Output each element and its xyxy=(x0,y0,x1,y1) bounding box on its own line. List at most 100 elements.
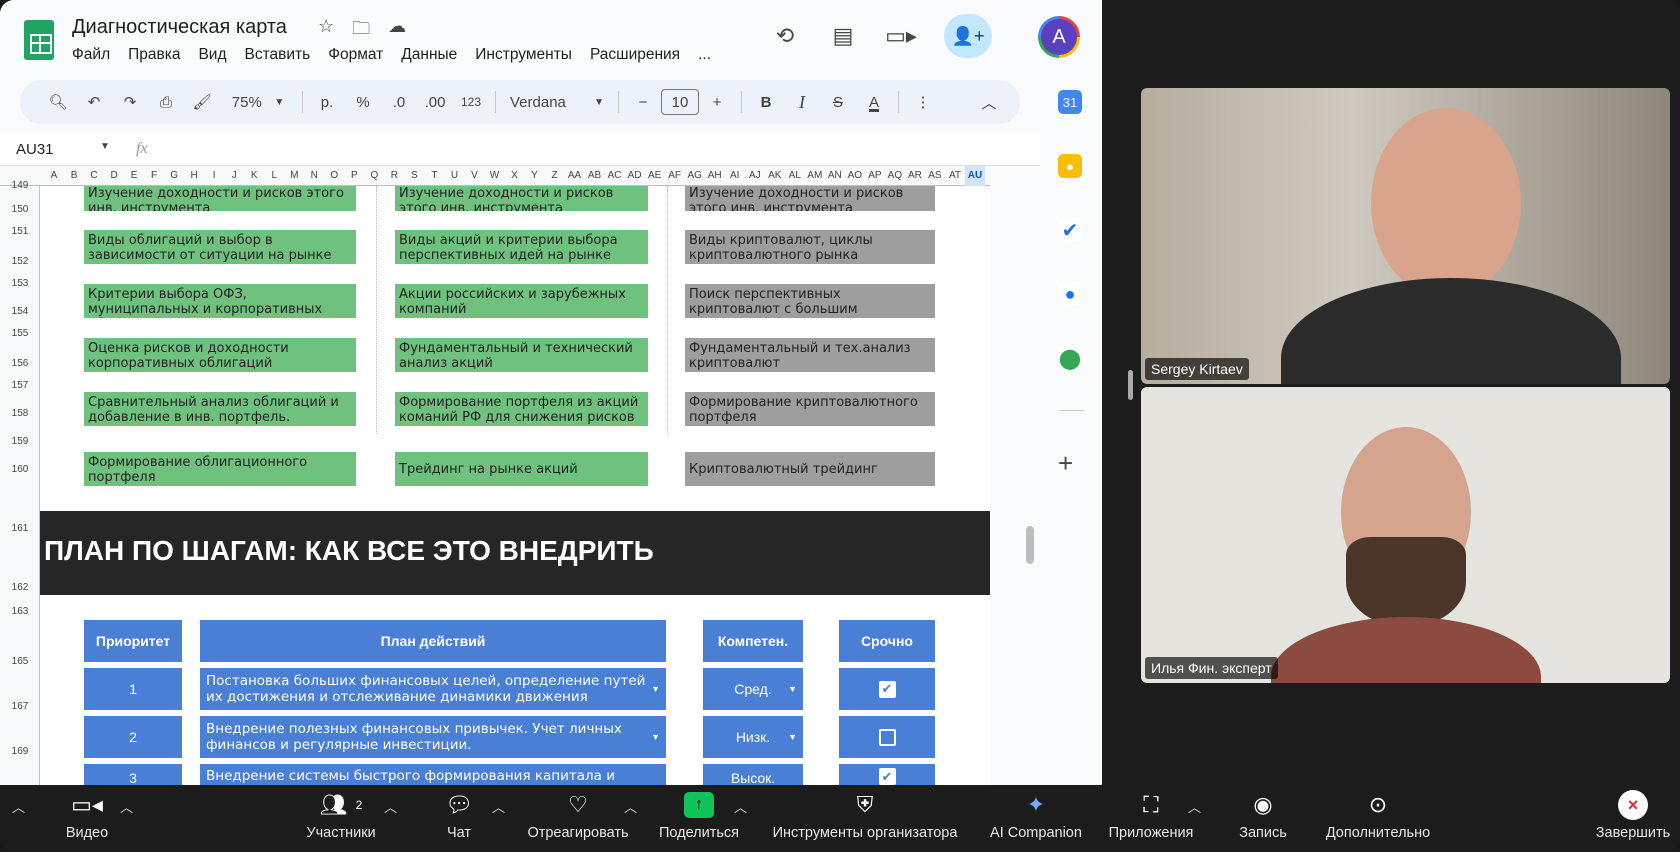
column-header[interactable]: AO xyxy=(845,170,865,181)
comments-icon[interactable]: ▤ xyxy=(828,21,858,51)
record-button[interactable]: ◉ Запись xyxy=(1238,785,1288,852)
history-icon[interactable]: ⟲ xyxy=(770,21,800,51)
bonds-cell[interactable]: Критерии выбора ОФЗ, муниципальных и кор… xyxy=(84,284,356,318)
column-header[interactable]: P xyxy=(344,170,364,181)
chevron-down-icon[interactable]: ▼ xyxy=(100,141,110,152)
header-priority[interactable]: Приоритет xyxy=(84,620,182,662)
column-header[interactable]: H xyxy=(184,170,204,181)
column-header[interactable]: I xyxy=(204,170,224,181)
stocks-cell[interactable]: Формирование портфеля из акций команий Р… xyxy=(395,392,648,426)
dropdown-icon[interactable]: ▼ xyxy=(651,732,660,742)
add-addon-icon[interactable]: + xyxy=(1058,448,1073,479)
column-header[interactable]: V xyxy=(464,170,484,181)
redo-icon[interactable]: ↷ xyxy=(112,87,148,117)
row-header[interactable]: 154 xyxy=(0,306,40,317)
bonds-cell[interactable]: Сравнительный анализ облигаций и добавле… xyxy=(84,392,356,426)
column-header[interactable]: AG xyxy=(685,170,705,181)
plan-cell[interactable]: Внедрение системы быстрого формирования … xyxy=(200,764,666,785)
crypto-cell[interactable]: Изучение доходности и рисков этого инв. … xyxy=(685,186,935,211)
column-header[interactable]: S xyxy=(404,170,424,181)
menu-view[interactable]: Вид xyxy=(198,46,226,64)
menu-more[interactable]: ... xyxy=(698,46,711,64)
cloud-status-icon[interactable]: ☁ xyxy=(388,16,406,46)
chat-options-caret[interactable]: ︿ xyxy=(492,797,505,816)
competence-dropdown[interactable]: Низк. ▼ xyxy=(703,716,803,758)
number-format-button[interactable]: 123 xyxy=(453,87,489,117)
share-people-icon[interactable]: 👤+ xyxy=(944,14,992,58)
column-header[interactable]: B xyxy=(64,170,84,181)
crypto-cell[interactable]: Криптовалютный трейдинг xyxy=(685,452,935,486)
plan-cell[interactable]: Постановка больших финансовых целей, опр… xyxy=(200,668,666,710)
column-header[interactable]: D xyxy=(104,170,124,181)
column-header[interactable]: Q xyxy=(364,170,384,181)
column-header[interactable]: AB xyxy=(585,170,605,181)
column-header[interactable]: N xyxy=(304,170,324,181)
row-header[interactable]: 167 xyxy=(0,701,40,712)
column-header[interactable]: R xyxy=(384,170,404,181)
row-header[interactable]: 152 xyxy=(0,256,40,267)
competence-dropdown[interactable]: Высок. xyxy=(703,764,803,785)
menu-extensions[interactable]: Расширения xyxy=(590,46,680,64)
column-header[interactable]: W xyxy=(484,170,504,181)
sheets-logo-icon[interactable] xyxy=(24,20,54,60)
column-header[interactable]: AU xyxy=(964,166,985,186)
panel-resize-handle[interactable] xyxy=(1128,370,1133,400)
video-button[interactable]: ▭◂ Видео xyxy=(62,785,112,852)
zoom-select[interactable]: 75% ▼ xyxy=(220,87,296,117)
row-header[interactable]: 162 xyxy=(0,582,40,593)
decrease-decimal-button[interactable]: .0 xyxy=(381,87,417,117)
crypto-cell[interactable]: Фундаментальный и тех.анализ криптовалют xyxy=(685,338,935,372)
row-header[interactable]: 155 xyxy=(0,328,40,339)
increase-decimal-button[interactable]: .00 xyxy=(417,87,453,117)
react-button[interactable]: ♡ Отреагировать xyxy=(522,785,634,852)
participants-options-caret[interactable]: ︿ xyxy=(384,797,397,816)
video-tile-guest[interactable]: Илья Фин. эксперт xyxy=(1141,387,1670,683)
urgent-checkbox[interactable] xyxy=(878,728,896,746)
currency-format-button[interactable]: р. xyxy=(309,87,345,117)
column-header[interactable]: AH xyxy=(705,170,725,181)
row-header[interactable]: 159 xyxy=(0,436,40,447)
star-icon[interactable]: ☆ xyxy=(318,16,334,46)
collapse-toolbar-icon[interactable]: ︿ xyxy=(971,87,1007,117)
dropdown-icon[interactable]: ▼ xyxy=(651,684,660,694)
font-size-input[interactable]: 10 xyxy=(661,89,699,115)
column-header[interactable]: Z xyxy=(545,170,565,181)
apps-button[interactable]: ⛶ Приложения xyxy=(1106,785,1196,852)
text-color-button[interactable]: A xyxy=(856,87,892,117)
row-header[interactable]: 153 xyxy=(0,278,40,289)
doc-title[interactable]: Диагностическая карта xyxy=(72,16,287,39)
strikethrough-button[interactable]: S xyxy=(820,87,856,117)
share-screen-button[interactable]: ↑ Поделиться xyxy=(656,785,742,852)
column-header[interactable]: AE xyxy=(645,170,665,181)
urgent-checkbox[interactable]: ✔ xyxy=(878,680,896,698)
column-header[interactable]: U xyxy=(444,170,464,181)
account-avatar[interactable]: A xyxy=(1038,16,1080,58)
video-tile-host[interactable]: Sergey Kirtaev xyxy=(1141,88,1670,384)
row-header[interactable]: 165 xyxy=(0,656,40,667)
column-header[interactable]: AC xyxy=(605,170,625,181)
column-header[interactable]: AR xyxy=(905,170,925,181)
undo-icon[interactable]: ↶ xyxy=(76,87,112,117)
priority-cell[interactable]: 2 xyxy=(84,716,182,758)
column-header[interactable]: AS xyxy=(925,170,945,181)
column-header[interactable]: AJ xyxy=(745,170,765,181)
column-header[interactable]: AK xyxy=(765,170,785,181)
column-header[interactable]: AP xyxy=(865,170,885,181)
column-header[interactable]: L xyxy=(264,170,284,181)
row-header[interactable]: 161 xyxy=(0,523,40,534)
row-header[interactable]: 160 xyxy=(0,464,40,475)
participants-button[interactable]: 👥︎ 2 Участники xyxy=(300,785,382,852)
bonds-cell[interactable]: Формирование облигационного портфеля xyxy=(84,452,356,486)
search-menus-icon[interactable]: 🔍︎ xyxy=(40,87,76,117)
column-header[interactable]: AT xyxy=(945,170,965,181)
column-header[interactable]: AA xyxy=(565,170,585,181)
video-options-caret[interactable]: ︿ xyxy=(120,797,133,816)
row-header[interactable]: 163 xyxy=(0,606,40,617)
menu-data[interactable]: Данные xyxy=(401,46,457,64)
menu-insert[interactable]: Вставить xyxy=(245,46,311,64)
column-header[interactable]: J xyxy=(224,170,244,181)
plan-banner[interactable]: ПЛАН ПО ШАГАМ: КАК ВСЕ ЭТО ВНЕДРИТЬ xyxy=(40,511,990,595)
end-meeting-button[interactable]: × Завершить xyxy=(1592,785,1674,852)
menu-format[interactable]: Формат xyxy=(328,46,383,64)
print-icon[interactable]: ⎙ xyxy=(148,87,184,117)
